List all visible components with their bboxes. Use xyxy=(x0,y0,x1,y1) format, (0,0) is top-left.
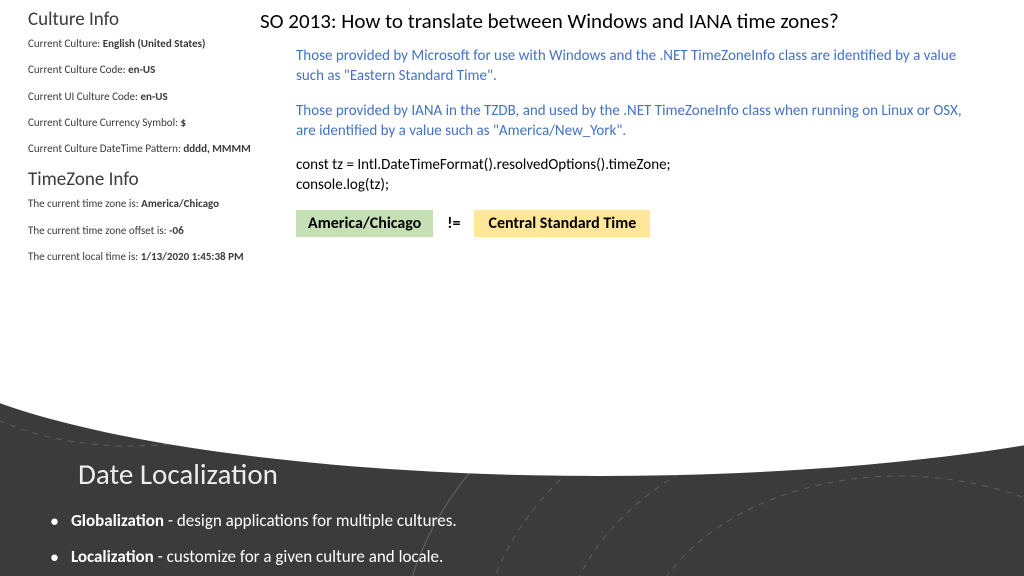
timezone-info-title: TimeZone Info xyxy=(28,168,260,191)
tz-line: The current time zone is: America/Chicag… xyxy=(28,197,260,211)
tz-line: The current local time is: 1/13/2020 1:4… xyxy=(28,250,260,264)
culture-line: Current UI Culture Code: en-US xyxy=(28,90,260,104)
culture-line: Current Culture Code: en-US xyxy=(28,63,260,77)
so-para-1: Those provided by Microsoft for use with… xyxy=(260,46,994,87)
windows-tz-tag: Central Standard Time xyxy=(474,210,650,237)
code-snippet: const tz = Intl.DateTimeFormat().resolve… xyxy=(260,155,994,196)
not-equal-operator: != xyxy=(447,214,460,233)
bottom-section: Date Localization Globalization - design… xyxy=(0,356,1024,576)
so-para-2: Those provided by IANA in the TZDB, and … xyxy=(260,101,994,142)
date-localization-title: Date Localization xyxy=(78,456,984,492)
culture-line: Current Culture: English (United States) xyxy=(28,37,260,51)
so-question-title: SO 2013: How to translate between Window… xyxy=(260,8,994,34)
bullet-globalization: Globalization - design applications for … xyxy=(50,510,984,532)
iana-tz-tag: America/Chicago xyxy=(296,210,433,237)
culture-info-title: Culture Info xyxy=(28,8,260,31)
bullet-localization: Localization - customize for a given cul… xyxy=(50,546,984,568)
culture-line: Current Culture Currency Symbol: $ xyxy=(28,116,260,130)
tz-line: The current time zone offset is: -06 xyxy=(28,224,260,238)
culture-line: Current Culture DateTime Pattern: dddd, … xyxy=(28,142,260,156)
comparison-row: America/Chicago != Central Standard Time xyxy=(260,210,994,237)
